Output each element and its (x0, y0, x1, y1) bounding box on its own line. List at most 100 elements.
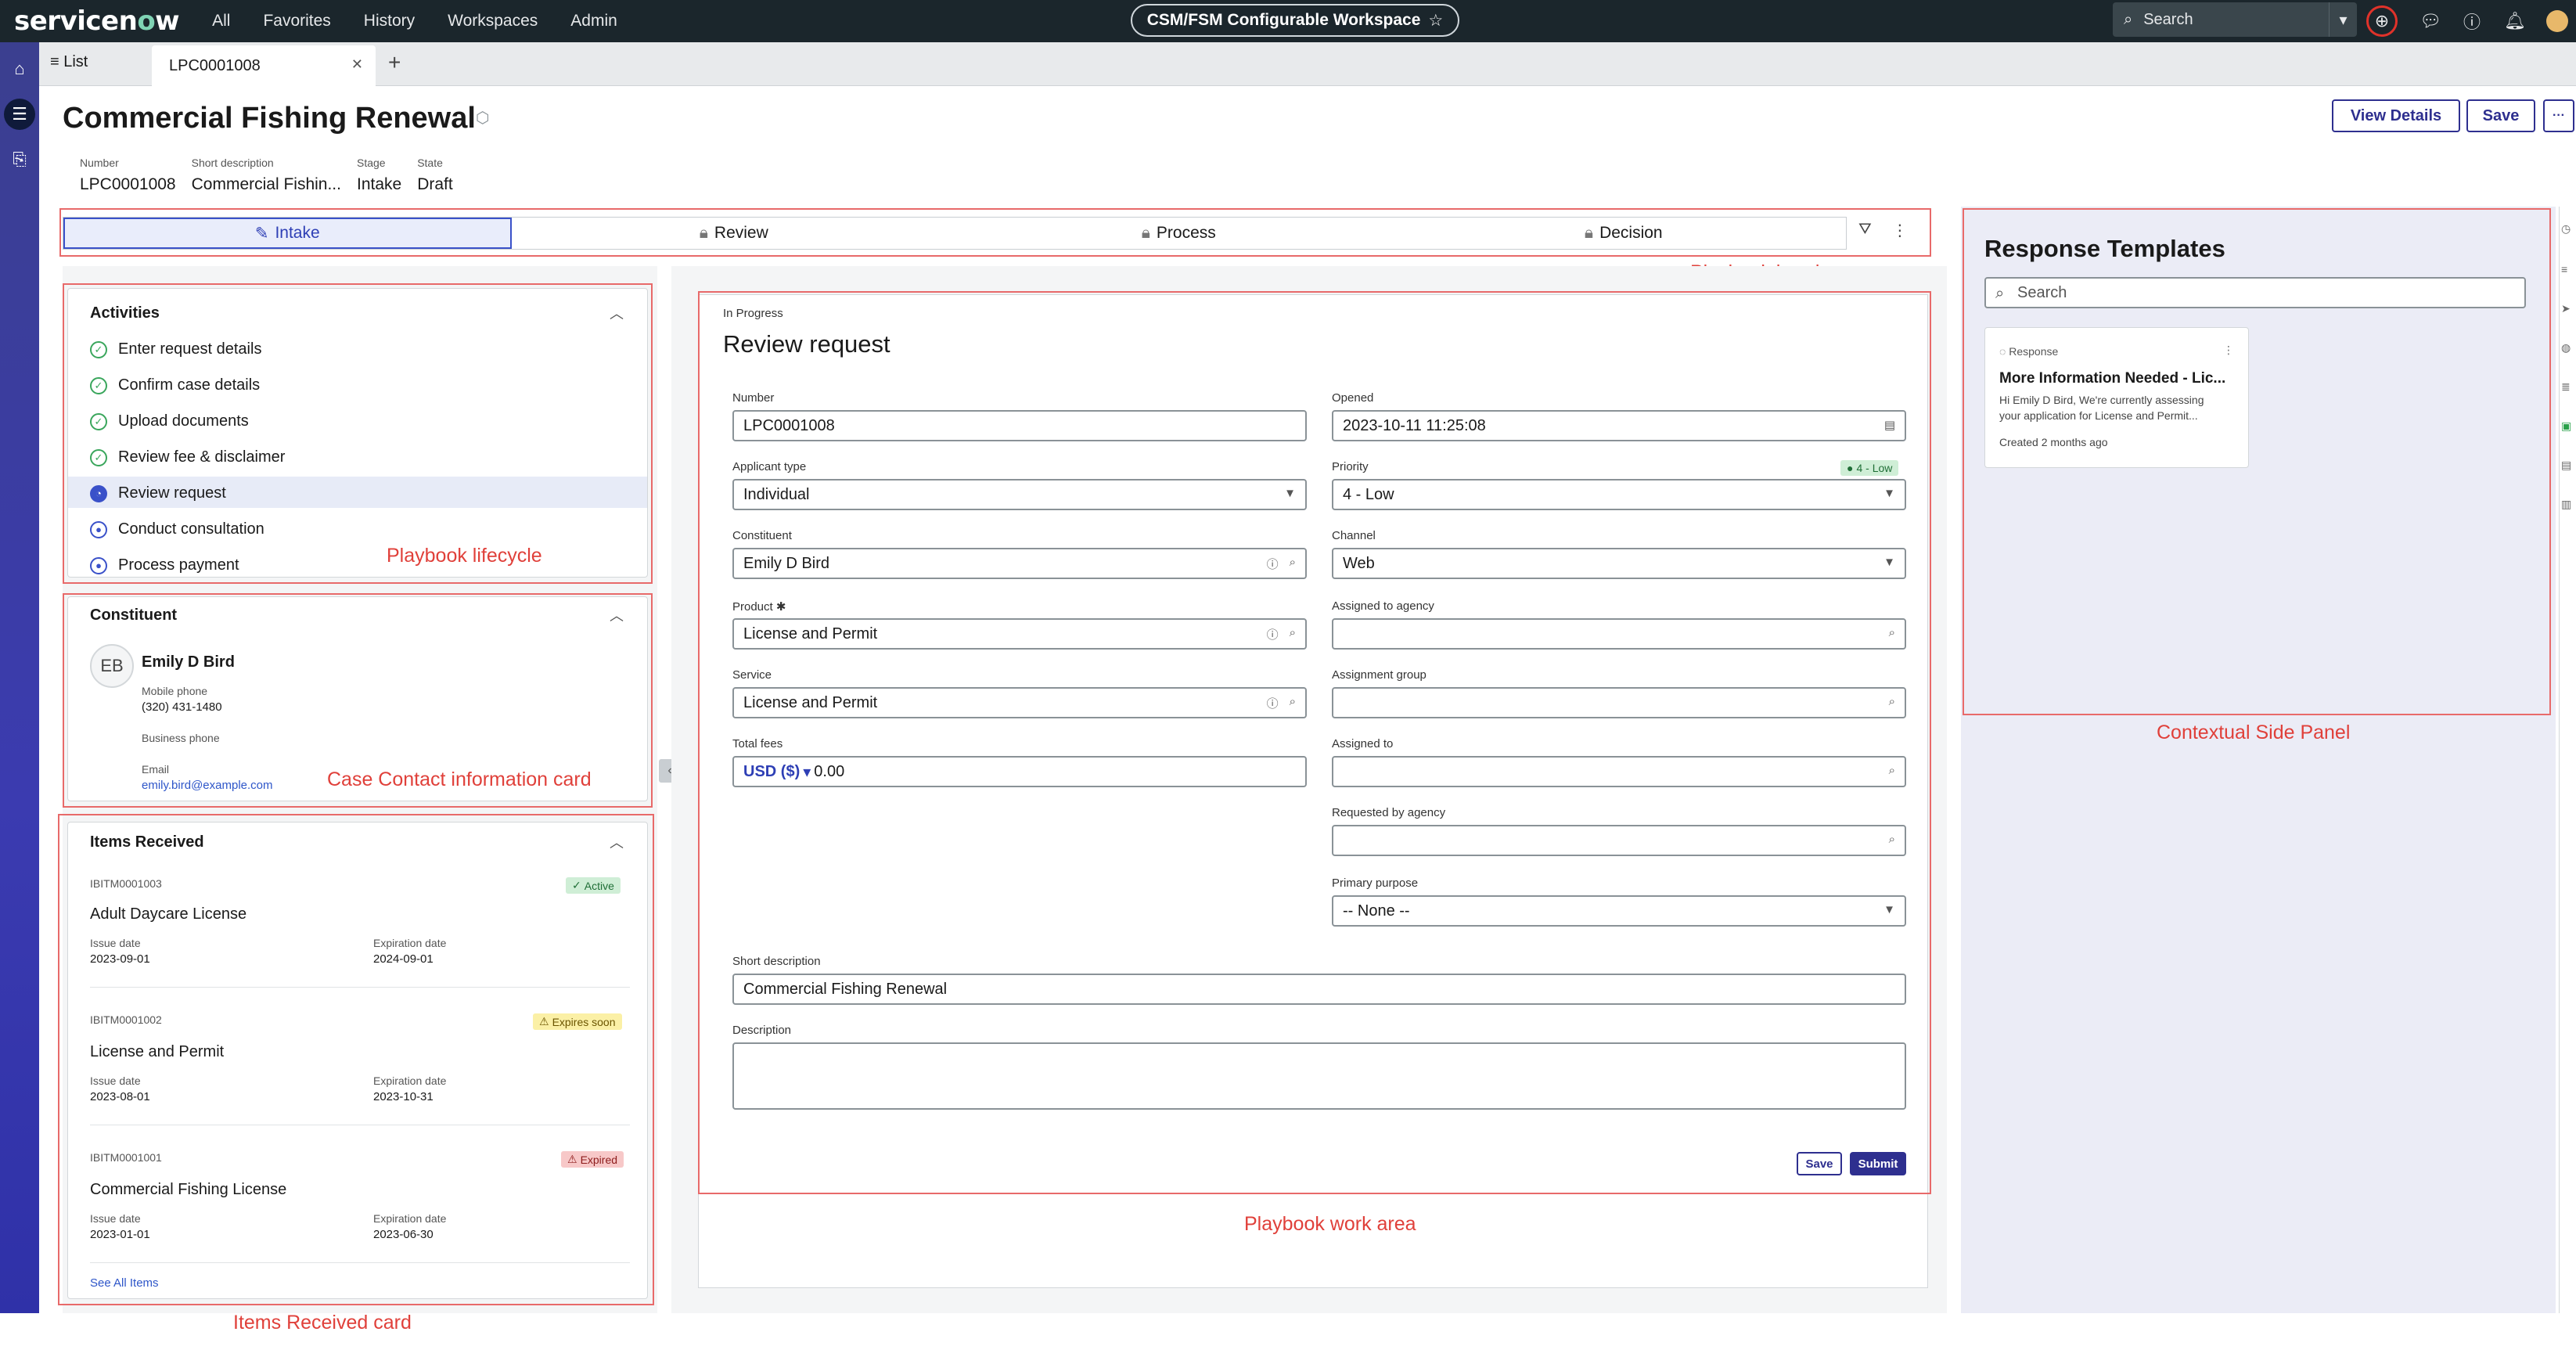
constituent-label: Constituent (732, 529, 792, 542)
constituent-field[interactable]: Emily D Bird ⓘ ⌕ (732, 548, 1307, 579)
nav-link-all[interactable]: All (212, 12, 230, 31)
applicant-type-select[interactable]: Individual ▼ (732, 479, 1307, 510)
caret-down-icon: ▼ (1883, 556, 1895, 569)
more-button[interactable]: ··· (2543, 99, 2574, 132)
side-panel-label: Contextual Side Panel (2157, 722, 2351, 743)
workspace-pill[interactable]: CSM/FSM Configurable Workspace ☆ (1131, 4, 1459, 37)
template-icon[interactable]: ▣ (2561, 419, 2571, 433)
currency-select: USD ($) (743, 762, 801, 780)
lifecycle-label: Playbook lifecycle (387, 545, 542, 567)
search-icon: ⌕ (2124, 10, 2133, 28)
globe-icon[interactable]: ⊕ (2366, 5, 2398, 37)
meta-state: State Draft (417, 157, 453, 193)
requested-agency-field[interactable]: ⌕ (1332, 825, 1906, 856)
list-icon[interactable]: ☰ (4, 99, 35, 130)
product-label: Product ✱ (732, 600, 786, 614)
clock-icon[interactable]: ◷ (2561, 222, 2571, 236)
primary-purpose-label: Primary purpose (1332, 876, 1419, 890)
workspace-name: CSM/FSM Configurable Workspace (1146, 11, 1421, 29)
send-icon[interactable]: ➤ (2561, 302, 2571, 315)
search-icon: ⌕ (1289, 556, 1296, 569)
work-state: In Progress (723, 307, 783, 320)
priority-label: Priority (1332, 460, 1369, 473)
priority-badge: ● 4 - Low (1840, 460, 1899, 476)
work-area-label: Playbook work area (1244, 1213, 1416, 1235)
channel-select[interactable]: Web ▼ (1332, 548, 1906, 579)
priority-select[interactable]: 4 - Low ▼ (1332, 479, 1906, 510)
calendar-icon: ▤ (1883, 419, 1895, 432)
total-fees-field[interactable]: USD ($) ▾ 0.00 (732, 756, 1307, 787)
tab-bar: ≡ List LPC0001008 ✕ + (39, 42, 2576, 86)
inbox-icon[interactable]: ⎘ (4, 144, 35, 175)
page-title: Commercial Fishing Renewal (63, 102, 476, 135)
description-textarea[interactable] (732, 1042, 1906, 1110)
caret-down-icon: ▼ (1284, 487, 1296, 500)
total-fees-label: Total fees (732, 737, 783, 750)
work-save-button[interactable]: Save (1797, 1152, 1842, 1175)
close-icon[interactable]: ✕ (351, 56, 363, 73)
short-description-field[interactable]: Commercial Fishing Renewal (732, 974, 1906, 1005)
left-rail: ⌂ ☰ ⎘ (0, 42, 39, 1313)
search-icon: ⌕ (1888, 833, 1895, 846)
search-icon: ⌕ (1888, 695, 1895, 708)
meta-stage: Stage Intake (356, 157, 402, 193)
right-rail: ◷ ≡ ➤ ◍ ≣ ▣ ▤ ▥ (2559, 207, 2576, 1313)
add-tab-button[interactable]: + (388, 50, 401, 75)
assigned-to-field[interactable]: ⌕ (1332, 756, 1906, 787)
save-button[interactable]: Save (2466, 99, 2535, 132)
submit-button[interactable]: Submit (1850, 1152, 1906, 1175)
nav-link-workspaces[interactable]: Workspaces (448, 12, 538, 31)
number-label: Number (732, 391, 775, 405)
record-meta: Number LPC0001008 Short description Commer… (80, 157, 453, 194)
home-icon[interactable]: ⌂ (4, 53, 35, 85)
note-icon[interactable]: ▥ (2561, 498, 2571, 511)
product-field[interactable]: License and Permit ⓘ ⌕ (732, 618, 1307, 650)
required-icon: ✱ (775, 600, 786, 614)
info-icon: ⓘ (1266, 697, 1279, 711)
number-field[interactable]: LPC0001008 (732, 410, 1307, 441)
tab-record[interactable]: LPC0001008 ✕ (152, 45, 376, 86)
items-card-label: Items Received card (233, 1312, 412, 1334)
tab-list[interactable]: ≡ List (50, 53, 88, 71)
caret-down-icon: ▼ (1883, 903, 1895, 916)
applicant-type-label: Applicant type (732, 460, 807, 473)
assigned-agency-label: Assigned to agency (1332, 599, 1434, 613)
avatar-icon[interactable] (2546, 10, 2568, 32)
global-search[interactable]: ⌕ Search ▾ (2113, 2, 2357, 37)
global-search-placeholder: Search (2143, 10, 2193, 28)
assignment-group-field[interactable]: ⌕ (1332, 687, 1906, 718)
info-icon: ⓘ (1266, 558, 1279, 571)
tag-icon[interactable]: ⬡ (476, 108, 489, 128)
items-card-outline (58, 814, 654, 1305)
nav-link-admin[interactable]: Admin (570, 12, 617, 31)
nav-link-favorites[interactable]: Favorites (263, 12, 330, 31)
nav-link-history[interactable]: History (364, 12, 415, 31)
servicenow-logo[interactable]: servicenow (14, 5, 180, 37)
playbook-header-outline (59, 208, 1931, 257)
search-icon: ⌕ (1888, 764, 1895, 777)
menu-icon[interactable]: ≣ (2561, 380, 2571, 394)
service-label: Service (732, 668, 772, 682)
description-label: Description (732, 1024, 792, 1037)
assigned-agency-field[interactable]: ⌕ (1332, 618, 1906, 650)
meta-number: Number LPC0001008 (80, 157, 176, 193)
short-description-label: Short description (732, 955, 821, 968)
star-icon[interactable]: ☆ (1428, 11, 1443, 31)
opened-field[interactable]: 2023-10-11 11:25:08 ▤ (1332, 410, 1906, 441)
work-title: Review request (723, 330, 890, 358)
view-details-button[interactable]: View Details (2332, 99, 2460, 132)
service-field[interactable]: License and Permit ⓘ ⌕ (732, 687, 1307, 718)
primary-purpose-select[interactable]: -- None -- ▼ (1332, 895, 1906, 927)
list-icon[interactable]: ≡ (2561, 263, 2567, 275)
bell-icon[interactable]: 🔔︎ (2504, 11, 2526, 31)
chevron-down-icon[interactable]: ▾ (2329, 2, 2357, 37)
assigned-to-label: Assigned to (1332, 737, 1394, 750)
chat-icon[interactable]: 💬︎ (2419, 11, 2441, 31)
nav-icons: ⊕ 💬︎ ⓘ 🔔︎ (2366, 0, 2568, 42)
doc-icon[interactable]: ▤ (2561, 459, 2571, 472)
caret-down-icon: ▼ (1883, 487, 1895, 500)
help-icon[interactable]: ⓘ (2462, 9, 2482, 34)
opened-label: Opened (1332, 391, 1374, 405)
channel-label: Channel (1332, 529, 1376, 542)
user-icon[interactable]: ◍ (2561, 341, 2571, 355)
